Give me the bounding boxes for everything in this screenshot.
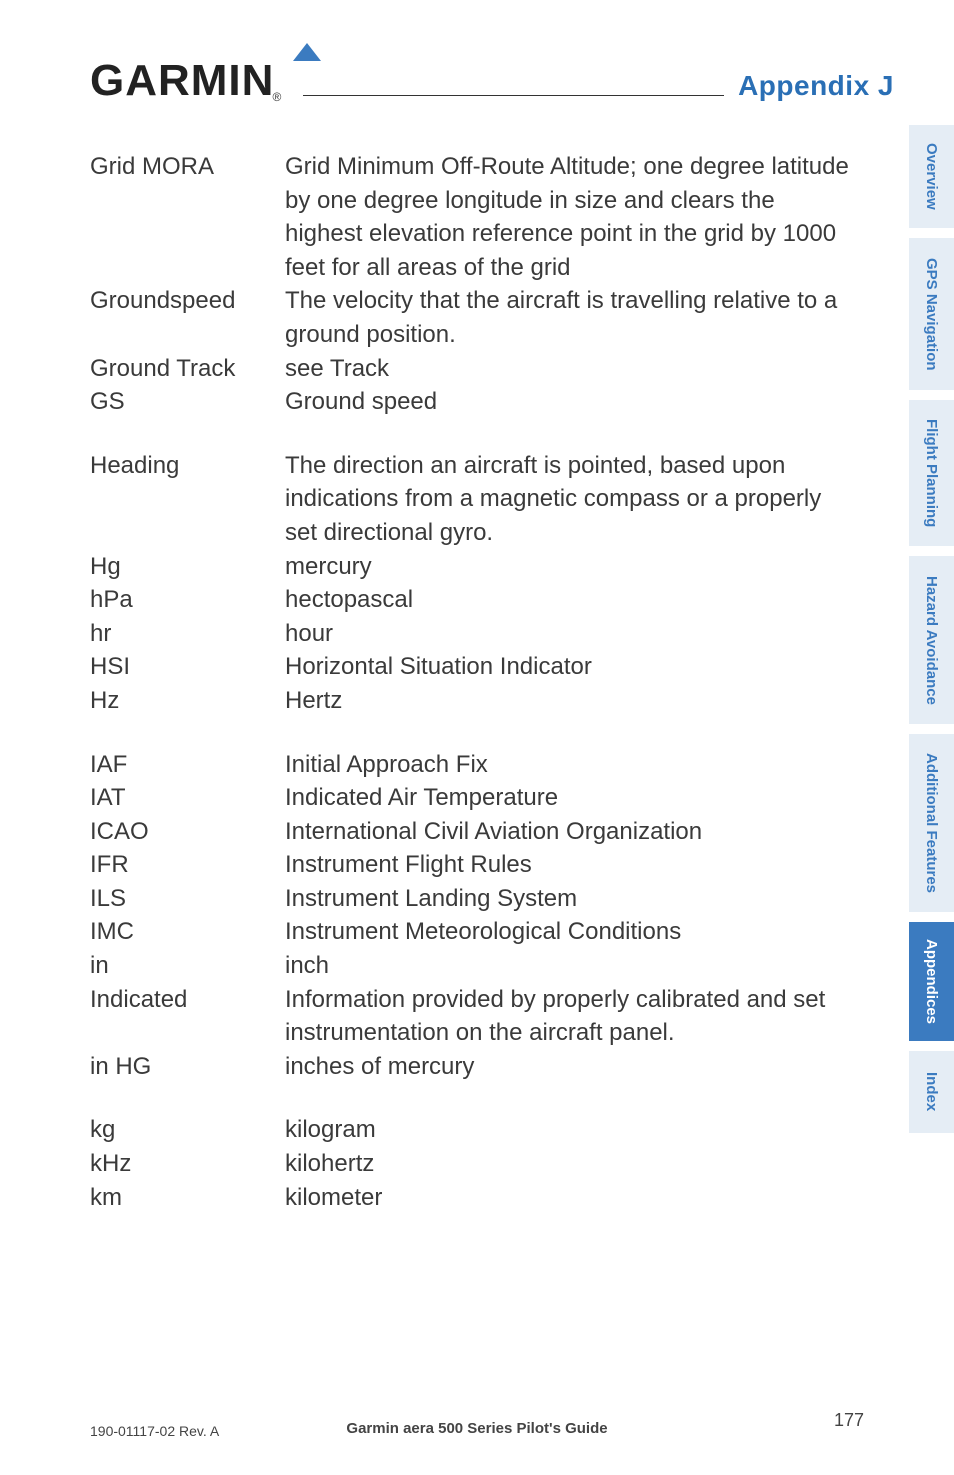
- glossary-definition: kilogram: [285, 1113, 850, 1147]
- glossary-definition: kilometer: [285, 1181, 850, 1215]
- glossary-row: HSIHorizontal Situation Indicator: [90, 650, 850, 684]
- garmin-logo: GARMIN ®: [90, 56, 283, 106]
- glossary-term: IMC: [90, 915, 285, 949]
- glossary-definition: kilohertz: [285, 1147, 850, 1181]
- side-tab[interactable]: GPS Navigation: [909, 238, 954, 390]
- glossary-term: GS: [90, 385, 285, 419]
- glossary-term: hr: [90, 617, 285, 651]
- glossary-term: Hz: [90, 684, 285, 718]
- glossary-term: Groundspeed: [90, 284, 285, 318]
- glossary-definition: Hertz: [285, 684, 850, 718]
- glossary-definition: International Civil Aviation Organizatio…: [285, 815, 850, 849]
- glossary-row: HzHertz: [90, 684, 850, 718]
- glossary-term: Hg: [90, 550, 285, 584]
- glossary-term: IFR: [90, 848, 285, 882]
- glossary-row: kHzkilohertz: [90, 1147, 850, 1181]
- glossary-definition: The velocity that the aircraft is travel…: [285, 284, 850, 351]
- glossary-row: IFRInstrument Flight Rules: [90, 848, 850, 882]
- glossary-row: Hgmercury: [90, 550, 850, 584]
- glossary-definition: Grid Minimum Off-Route Altitude; one deg…: [285, 150, 850, 284]
- footer-doc-id: 190-01117-02 Rev. A: [90, 1423, 219, 1439]
- glossary-row: IMCInstrument Meteorological Conditions: [90, 915, 850, 949]
- glossary-definition: Instrument Meteorological Conditions: [285, 915, 850, 949]
- glossary-term: Grid MORA: [90, 150, 285, 184]
- glossary-definition: Ground speed: [285, 385, 850, 419]
- glossary-term: HSI: [90, 650, 285, 684]
- glossary-definition: inches of mercury: [285, 1050, 850, 1084]
- side-tabs: Overview GPS Navigation Flight Planning Haz…: [909, 125, 954, 1133]
- glossary-definition: The direction an aircraft is pointed, ba…: [285, 449, 850, 550]
- glossary-row: IndicatedInformation provided by properl…: [90, 983, 850, 1050]
- glossary-row: HeadingThe direction an aircraft is poin…: [90, 449, 850, 550]
- glossary-term: ILS: [90, 882, 285, 916]
- glossary-definition: Instrument Flight Rules: [285, 848, 850, 882]
- glossary-definition: see Track: [285, 352, 850, 386]
- glossary-term: IAT: [90, 781, 285, 815]
- glossary-row: hrhour: [90, 617, 850, 651]
- glossary-term: in HG: [90, 1050, 285, 1084]
- footer-title: Garmin aera 500 Series Pilot's Guide: [346, 1420, 607, 1437]
- glossary-row: hPahectopascal: [90, 583, 850, 617]
- glossary-row: IATIndicated Air Temperature: [90, 781, 850, 815]
- glossary-row: IAFInitial Approach Fix: [90, 748, 850, 782]
- glossary-term: hPa: [90, 583, 285, 617]
- glossary-definition: Information provided by properly calibra…: [285, 983, 850, 1050]
- glossary-term: in: [90, 949, 285, 983]
- glossary-row: ininch: [90, 949, 850, 983]
- glossary-definition: hour: [285, 617, 850, 651]
- side-tab[interactable]: Flight Planning: [909, 400, 954, 546]
- page-footer: 190-01117-02 Rev. A Garmin aera 500 Seri…: [90, 1420, 864, 1441]
- glossary-term: km: [90, 1181, 285, 1215]
- glossary-term: ICAO: [90, 815, 285, 849]
- logo-text: GARMIN: [90, 56, 274, 106]
- glossary-definition: inch: [285, 949, 850, 983]
- glossary-row: kmkilometer: [90, 1181, 850, 1215]
- glossary-term: Heading: [90, 449, 285, 483]
- footer-page-number: 177: [834, 1410, 864, 1431]
- glossary-term: IAF: [90, 748, 285, 782]
- glossary-term: kHz: [90, 1147, 285, 1181]
- page-header: GARMIN ® Appendix J: [90, 56, 894, 106]
- glossary-row: Grid MORAGrid Minimum Off-Route Altitude…: [90, 150, 850, 284]
- glossary-definition: mercury: [285, 550, 850, 584]
- glossary-definition: Initial Approach Fix: [285, 748, 850, 782]
- header-rule: [303, 95, 724, 96]
- side-tab[interactable]: Index: [909, 1051, 954, 1133]
- glossary-definition: hectopascal: [285, 583, 850, 617]
- glossary-term: Indicated: [90, 983, 285, 1017]
- glossary-definition: Horizontal Situation Indicator: [285, 650, 850, 684]
- appendix-title: Appendix J: [738, 70, 894, 106]
- side-tab[interactable]: Appendices: [909, 922, 954, 1041]
- glossary-row: Ground Tracksee Track: [90, 352, 850, 386]
- glossary-row: in HGinches of mercury: [90, 1050, 850, 1084]
- side-tab[interactable]: Hazard Avoidance: [909, 556, 954, 724]
- side-tab[interactable]: Overview: [909, 125, 954, 228]
- glossary-row: kgkilogram: [90, 1113, 850, 1147]
- glossary-term: Ground Track: [90, 352, 285, 386]
- registered-icon: ®: [272, 90, 281, 104]
- glossary-row: ICAOInternational Civil Aviation Organiz…: [90, 815, 850, 849]
- side-tab[interactable]: Additional Features: [909, 734, 954, 912]
- glossary-row: GSGround speed: [90, 385, 850, 419]
- glossary-definition: Instrument Landing System: [285, 882, 850, 916]
- glossary-row: GroundspeedThe velocity that the aircraf…: [90, 284, 850, 351]
- logo-triangle-icon: [293, 43, 321, 66]
- glossary-row: ILSInstrument Landing System: [90, 882, 850, 916]
- glossary-term: kg: [90, 1113, 285, 1147]
- glossary-definition: Indicated Air Temperature: [285, 781, 850, 815]
- glossary-list: Grid MORAGrid Minimum Off-Route Altitude…: [90, 150, 850, 1214]
